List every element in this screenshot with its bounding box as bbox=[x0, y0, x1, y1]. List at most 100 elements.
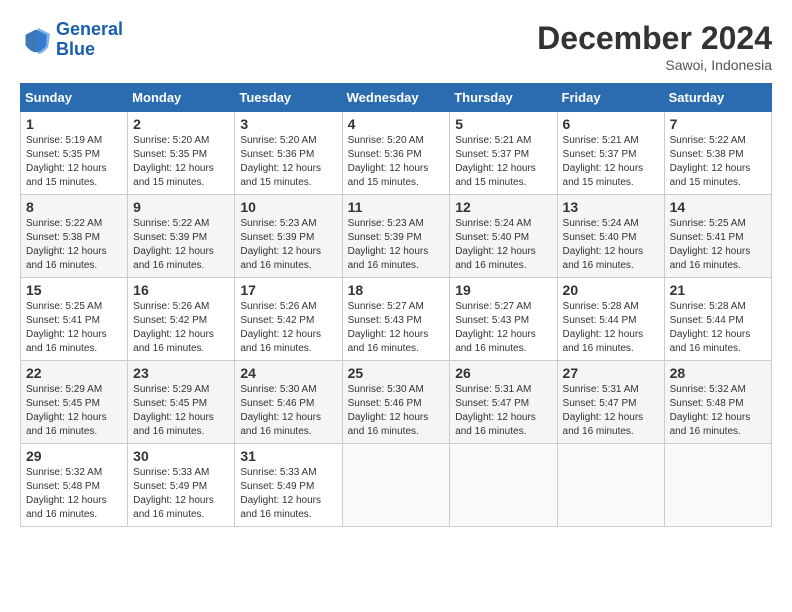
page-header: General Blue December 2024 Sawoi, Indone… bbox=[20, 20, 772, 73]
logo: General Blue bbox=[20, 20, 123, 60]
cell-info: Sunrise: 5:29 AM Sunset: 5:45 PM Dayligh… bbox=[133, 383, 229, 439]
cell-info: Sunrise: 5:19 AM Sunset: 5:35 PM Dayligh… bbox=[26, 134, 122, 190]
location: Sawoi, Indonesia bbox=[537, 57, 772, 73]
cell-info: Sunrise: 5:29 AM Sunset: 5:45 PM Dayligh… bbox=[26, 383, 122, 439]
cell-info: Sunrise: 5:21 AM Sunset: 5:37 PM Dayligh… bbox=[563, 134, 659, 190]
calendar-cell: 15 Sunrise: 5:25 AM Sunset: 5:41 PM Dayl… bbox=[21, 278, 128, 361]
calendar-cell: 23 Sunrise: 5:29 AM Sunset: 5:45 PM Dayl… bbox=[128, 361, 235, 444]
day-number: 16 bbox=[133, 282, 229, 298]
cell-info: Sunrise: 5:31 AM Sunset: 5:47 PM Dayligh… bbox=[455, 383, 551, 439]
calendar-cell: 9 Sunrise: 5:22 AM Sunset: 5:39 PM Dayli… bbox=[128, 195, 235, 278]
day-number: 7 bbox=[670, 116, 766, 132]
calendar-cell: 30 Sunrise: 5:33 AM Sunset: 5:49 PM Dayl… bbox=[128, 444, 235, 527]
calendar-cell bbox=[664, 444, 771, 527]
cell-info: Sunrise: 5:30 AM Sunset: 5:46 PM Dayligh… bbox=[348, 383, 445, 439]
calendar-cell: 20 Sunrise: 5:28 AM Sunset: 5:44 PM Dayl… bbox=[557, 278, 664, 361]
calendar-cell: 4 Sunrise: 5:20 AM Sunset: 5:36 PM Dayli… bbox=[342, 112, 450, 195]
day-number: 5 bbox=[455, 116, 551, 132]
day-number: 30 bbox=[133, 448, 229, 464]
day-number: 2 bbox=[133, 116, 229, 132]
day-number: 24 bbox=[240, 365, 336, 381]
day-number: 9 bbox=[133, 199, 229, 215]
calendar-cell: 22 Sunrise: 5:29 AM Sunset: 5:45 PM Dayl… bbox=[21, 361, 128, 444]
cell-info: Sunrise: 5:27 AM Sunset: 5:43 PM Dayligh… bbox=[348, 300, 445, 356]
day-number: 14 bbox=[670, 199, 766, 215]
calendar-cell: 16 Sunrise: 5:26 AM Sunset: 5:42 PM Dayl… bbox=[128, 278, 235, 361]
header-thursday: Thursday bbox=[450, 84, 557, 112]
logo-icon bbox=[20, 26, 52, 54]
day-number: 1 bbox=[26, 116, 122, 132]
day-number: 29 bbox=[26, 448, 122, 464]
calendar-cell: 1 Sunrise: 5:19 AM Sunset: 5:35 PM Dayli… bbox=[21, 112, 128, 195]
calendar-cell: 29 Sunrise: 5:32 AM Sunset: 5:48 PM Dayl… bbox=[21, 444, 128, 527]
day-number: 12 bbox=[455, 199, 551, 215]
day-number: 18 bbox=[348, 282, 445, 298]
header-saturday: Saturday bbox=[664, 84, 771, 112]
cell-info: Sunrise: 5:22 AM Sunset: 5:38 PM Dayligh… bbox=[670, 134, 766, 190]
cell-info: Sunrise: 5:33 AM Sunset: 5:49 PM Dayligh… bbox=[133, 466, 229, 522]
header-monday: Monday bbox=[128, 84, 235, 112]
cell-info: Sunrise: 5:20 AM Sunset: 5:35 PM Dayligh… bbox=[133, 134, 229, 190]
calendar-week-3: 15 Sunrise: 5:25 AM Sunset: 5:41 PM Dayl… bbox=[21, 278, 772, 361]
day-number: 3 bbox=[240, 116, 336, 132]
day-number: 13 bbox=[563, 199, 659, 215]
calendar-cell: 28 Sunrise: 5:32 AM Sunset: 5:48 PM Dayl… bbox=[664, 361, 771, 444]
cell-info: Sunrise: 5:32 AM Sunset: 5:48 PM Dayligh… bbox=[670, 383, 766, 439]
calendar-week-5: 29 Sunrise: 5:32 AM Sunset: 5:48 PM Dayl… bbox=[21, 444, 772, 527]
day-number: 23 bbox=[133, 365, 229, 381]
calendar-week-4: 22 Sunrise: 5:29 AM Sunset: 5:45 PM Dayl… bbox=[21, 361, 772, 444]
calendar-cell bbox=[557, 444, 664, 527]
cell-info: Sunrise: 5:23 AM Sunset: 5:39 PM Dayligh… bbox=[348, 217, 445, 273]
calendar-cell: 18 Sunrise: 5:27 AM Sunset: 5:43 PM Dayl… bbox=[342, 278, 450, 361]
day-number: 8 bbox=[26, 199, 122, 215]
cell-info: Sunrise: 5:26 AM Sunset: 5:42 PM Dayligh… bbox=[240, 300, 336, 356]
day-number: 21 bbox=[670, 282, 766, 298]
calendar-week-2: 8 Sunrise: 5:22 AM Sunset: 5:38 PM Dayli… bbox=[21, 195, 772, 278]
calendar-header-row: SundayMondayTuesdayWednesdayThursdayFrid… bbox=[21, 84, 772, 112]
calendar-cell: 6 Sunrise: 5:21 AM Sunset: 5:37 PM Dayli… bbox=[557, 112, 664, 195]
cell-info: Sunrise: 5:31 AM Sunset: 5:47 PM Dayligh… bbox=[563, 383, 659, 439]
cell-info: Sunrise: 5:22 AM Sunset: 5:39 PM Dayligh… bbox=[133, 217, 229, 273]
month-title: December 2024 bbox=[537, 20, 772, 57]
calendar-cell: 19 Sunrise: 5:27 AM Sunset: 5:43 PM Dayl… bbox=[450, 278, 557, 361]
cell-info: Sunrise: 5:26 AM Sunset: 5:42 PM Dayligh… bbox=[133, 300, 229, 356]
cell-info: Sunrise: 5:23 AM Sunset: 5:39 PM Dayligh… bbox=[240, 217, 336, 273]
day-number: 26 bbox=[455, 365, 551, 381]
day-number: 28 bbox=[670, 365, 766, 381]
calendar-cell: 2 Sunrise: 5:20 AM Sunset: 5:35 PM Dayli… bbox=[128, 112, 235, 195]
day-number: 31 bbox=[240, 448, 336, 464]
cell-info: Sunrise: 5:30 AM Sunset: 5:46 PM Dayligh… bbox=[240, 383, 336, 439]
cell-info: Sunrise: 5:25 AM Sunset: 5:41 PM Dayligh… bbox=[26, 300, 122, 356]
calendar-cell: 13 Sunrise: 5:24 AM Sunset: 5:40 PM Dayl… bbox=[557, 195, 664, 278]
day-number: 11 bbox=[348, 199, 445, 215]
cell-info: Sunrise: 5:20 AM Sunset: 5:36 PM Dayligh… bbox=[348, 134, 445, 190]
calendar-cell: 8 Sunrise: 5:22 AM Sunset: 5:38 PM Dayli… bbox=[21, 195, 128, 278]
calendar-cell: 27 Sunrise: 5:31 AM Sunset: 5:47 PM Dayl… bbox=[557, 361, 664, 444]
header-friday: Friday bbox=[557, 84, 664, 112]
day-number: 19 bbox=[455, 282, 551, 298]
day-number: 20 bbox=[563, 282, 659, 298]
title-block: December 2024 Sawoi, Indonesia bbox=[537, 20, 772, 73]
calendar-cell: 24 Sunrise: 5:30 AM Sunset: 5:46 PM Dayl… bbox=[235, 361, 342, 444]
cell-info: Sunrise: 5:24 AM Sunset: 5:40 PM Dayligh… bbox=[455, 217, 551, 273]
cell-info: Sunrise: 5:22 AM Sunset: 5:38 PM Dayligh… bbox=[26, 217, 122, 273]
day-number: 10 bbox=[240, 199, 336, 215]
cell-info: Sunrise: 5:28 AM Sunset: 5:44 PM Dayligh… bbox=[670, 300, 766, 356]
calendar-table: SundayMondayTuesdayWednesdayThursdayFrid… bbox=[20, 83, 772, 527]
calendar-cell: 3 Sunrise: 5:20 AM Sunset: 5:36 PM Dayli… bbox=[235, 112, 342, 195]
day-number: 22 bbox=[26, 365, 122, 381]
calendar-week-1: 1 Sunrise: 5:19 AM Sunset: 5:35 PM Dayli… bbox=[21, 112, 772, 195]
calendar-cell: 31 Sunrise: 5:33 AM Sunset: 5:49 PM Dayl… bbox=[235, 444, 342, 527]
header-tuesday: Tuesday bbox=[235, 84, 342, 112]
day-number: 27 bbox=[563, 365, 659, 381]
day-number: 6 bbox=[563, 116, 659, 132]
cell-info: Sunrise: 5:27 AM Sunset: 5:43 PM Dayligh… bbox=[455, 300, 551, 356]
day-number: 25 bbox=[348, 365, 445, 381]
calendar-cell: 21 Sunrise: 5:28 AM Sunset: 5:44 PM Dayl… bbox=[664, 278, 771, 361]
day-number: 17 bbox=[240, 282, 336, 298]
cell-info: Sunrise: 5:24 AM Sunset: 5:40 PM Dayligh… bbox=[563, 217, 659, 273]
day-number: 4 bbox=[348, 116, 445, 132]
calendar-cell: 11 Sunrise: 5:23 AM Sunset: 5:39 PM Dayl… bbox=[342, 195, 450, 278]
calendar-cell: 5 Sunrise: 5:21 AM Sunset: 5:37 PM Dayli… bbox=[450, 112, 557, 195]
header-sunday: Sunday bbox=[21, 84, 128, 112]
